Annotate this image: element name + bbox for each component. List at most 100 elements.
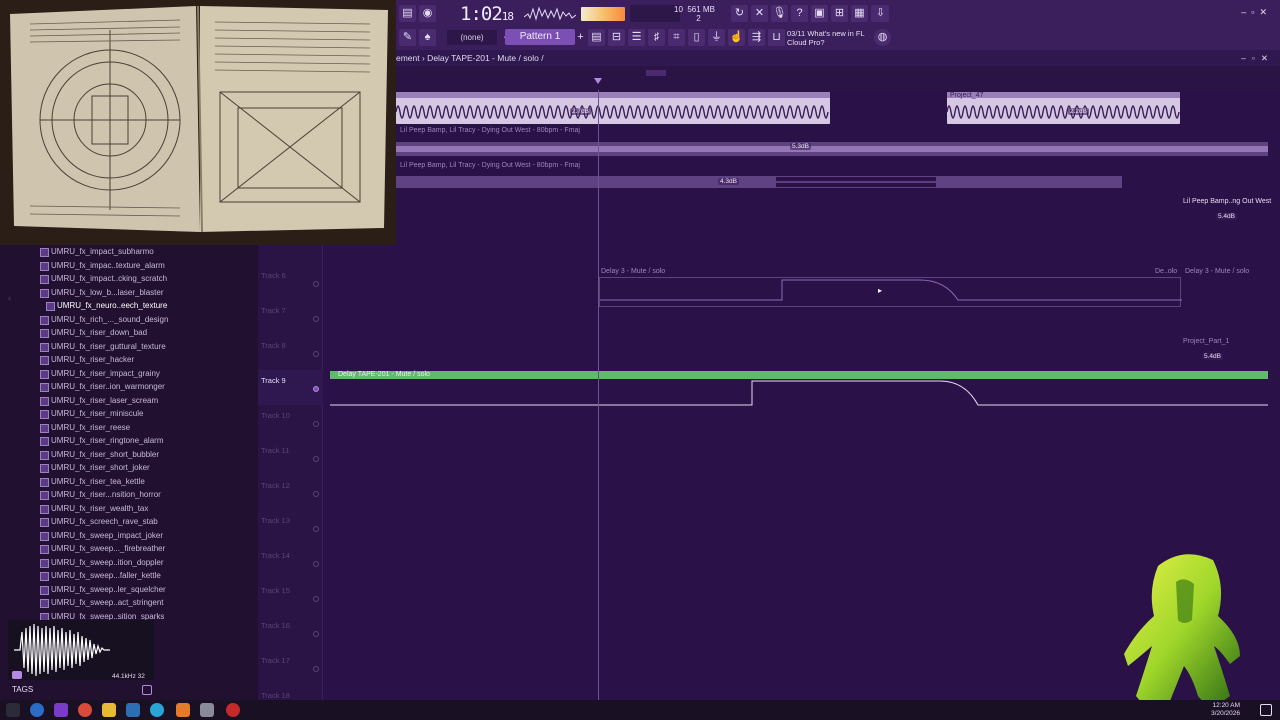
wait-for-input-icon[interactable]: ✕ xyxy=(751,5,768,22)
track-header[interactable]: Track 13 xyxy=(258,510,323,545)
track-header[interactable]: Track 16 xyxy=(258,615,323,650)
photoshop-icon[interactable] xyxy=(126,703,140,717)
track-mute-dot[interactable] xyxy=(313,386,319,392)
metronome-icon[interactable]: ↻ xyxy=(731,5,748,22)
notification-icon[interactable] xyxy=(1260,704,1272,716)
news-panel[interactable]: 03/11 What's new in FL Cloud Pro? xyxy=(787,29,877,47)
browser-item[interactable]: UMRU_fx_sweep_impact_joker xyxy=(38,529,163,543)
playlist-title-bar[interactable]: ement › Delay TAPE-201 - Mute / solo / –… xyxy=(396,50,1280,66)
add-pattern-icon[interactable]: + xyxy=(572,29,589,46)
track-mute-dot[interactable] xyxy=(313,351,319,357)
playlist-icon[interactable]: ▤ xyxy=(588,29,605,46)
track-mute-dot[interactable] xyxy=(313,596,319,602)
folder-icon[interactable] xyxy=(200,703,214,717)
track-mute-dot[interactable] xyxy=(313,666,319,672)
lil-peep-clip-2-waveform[interactable] xyxy=(396,171,1122,193)
system-clock[interactable]: 12:20 AM 3/20/2026 xyxy=(1211,702,1240,718)
browser-item[interactable]: UMRU_fx_riser_short_joker xyxy=(38,461,158,475)
browser-item[interactable]: UMRU_fx_riser_tea_kettle xyxy=(38,475,158,489)
browser-item[interactable]: UMRU_fx_screech_rave_stab xyxy=(38,515,158,529)
app-icon[interactable] xyxy=(54,703,68,717)
scroll-thumb[interactable] xyxy=(646,70,666,76)
browser-item[interactable]: UMRU_fx_sweep..._firebreather xyxy=(38,542,165,556)
playhead-marker[interactable] xyxy=(594,78,602,84)
recording-mode-icon[interactable]: ◉ xyxy=(419,5,436,22)
selected-automation-clip[interactable] xyxy=(330,371,1268,406)
browser-item[interactable]: UMRU_fx_impact..cking_scratch xyxy=(38,272,167,286)
track-header[interactable]: Track 8 xyxy=(258,335,323,370)
track-header[interactable]: Track 17 xyxy=(258,650,323,685)
collapse-arrow-icon[interactable]: ‹ xyxy=(8,293,11,303)
browser-item[interactable]: UMRU_fx_riser_down_bad xyxy=(38,326,158,340)
browser-item[interactable]: UMRU_fx_sweep..ition_doppler xyxy=(38,556,164,570)
browser-item[interactable]: UMRU_fx_riser_short_bubbler xyxy=(38,448,159,462)
song-time-display[interactable]: 1:0218 xyxy=(460,3,514,25)
telegram-icon[interactable] xyxy=(150,703,164,717)
tags-label[interactable]: TAGS xyxy=(12,685,33,694)
track-header[interactable]: Track 7 xyxy=(258,300,323,335)
hint-icon[interactable]: ▤ xyxy=(399,5,416,22)
window-controls[interactable]: –▫✕ xyxy=(1241,7,1272,18)
browser-item[interactable]: UMRU_fx_riser_guttural_texture xyxy=(38,340,166,354)
track-header[interactable]: Track 11 xyxy=(258,440,323,475)
edge-icon[interactable] xyxy=(30,703,44,717)
pencil-icon[interactable]: ✎ xyxy=(399,29,416,46)
track-header-active[interactable]: Track 9 xyxy=(258,370,323,405)
browser-item[interactable]: UMRU_fx_riser_miniscule xyxy=(38,407,158,421)
track-mute-dot[interactable] xyxy=(313,631,319,637)
browser-item[interactable]: UMRU_fx_low_b...laser_blaster xyxy=(38,286,164,300)
track-header[interactable]: Track 10 xyxy=(258,405,323,440)
tempo-icon[interactable]: ⇶ xyxy=(748,29,765,46)
browser-item[interactable]: UMRU_fx_riser_laser_scream xyxy=(38,394,158,408)
track-mute-dot[interactable] xyxy=(313,526,319,532)
browser-icon[interactable]: ⌗ xyxy=(668,29,685,46)
browser-item[interactable]: UMRU_fx_sweep..ler_squelcher xyxy=(38,583,166,597)
audio-clip-1[interactable] xyxy=(396,92,830,124)
track-mute-dot[interactable] xyxy=(313,281,319,287)
mixer-faders-icon[interactable]: ♯ xyxy=(648,29,665,46)
track-mute-dot[interactable] xyxy=(313,456,319,462)
browser-item[interactable]: UMRU_fx_riser..ion_warmonger xyxy=(38,380,165,394)
chrome-icon[interactable] xyxy=(78,703,92,717)
browser-item[interactable]: UMRU_fx_sweep..act_stringent xyxy=(38,596,164,610)
start-icon[interactable] xyxy=(6,703,20,717)
search-icon[interactable] xyxy=(142,685,152,695)
browser-item-selected[interactable]: UMRU_fx_neuro..eech_texture xyxy=(38,299,167,313)
playlist-window-controls[interactable]: –▫✕ xyxy=(1241,50,1274,66)
plugin-icon[interactable]: ⏚ xyxy=(708,29,725,46)
step-sequencer-icon[interactable]: ⊟ xyxy=(608,29,625,46)
pattern-selector[interactable]: Pattern 1 xyxy=(505,29,575,45)
track-mute-dot[interactable] xyxy=(313,561,319,567)
browser-item[interactable]: UMRU_fx_riser...nsition_horror xyxy=(38,488,161,502)
browser-item[interactable]: UMRU_fx_impact_subharmo xyxy=(38,245,158,259)
track-mute-dot[interactable] xyxy=(313,316,319,322)
track-header[interactable]: Track 14 xyxy=(258,545,323,580)
browser-item[interactable]: UMRU_fx_riser_ringtone_alarm xyxy=(38,434,163,448)
touch-icon[interactable]: ☝ xyxy=(728,29,745,46)
microphone-icon[interactable]: 🎙 xyxy=(771,5,788,22)
play-preview-icon[interactable] xyxy=(12,671,22,679)
track-mute-dot[interactable] xyxy=(313,421,319,427)
download-icon[interactable]: ⇩ xyxy=(872,5,889,22)
save-icon[interactable]: ▣ xyxy=(811,5,828,22)
timeline-ruler[interactable] xyxy=(396,66,1280,90)
sample-preview[interactable] xyxy=(8,620,154,680)
browser-item[interactable]: UMRU_fx_impac..texture_alarm xyxy=(38,259,165,273)
lil-peep-clip-1-waveform[interactable] xyxy=(396,136,1268,162)
track-header[interactable]: Track 12 xyxy=(258,475,323,510)
channel-rack-icon[interactable]: ☰ xyxy=(628,29,645,46)
browser-item[interactable]: UMRU_fx_riser_hacker xyxy=(38,353,158,367)
brush-icon[interactable]: ♠ xyxy=(419,29,436,46)
record-icon[interactable] xyxy=(226,703,240,717)
file-explorer-icon[interactable] xyxy=(102,703,116,717)
browser-item[interactable]: UMRU_fx_sweep...faller_kettle xyxy=(38,569,161,583)
cart-icon[interactable]: ⊔ xyxy=(768,29,785,46)
snap-selector[interactable]: (none) xyxy=(447,30,497,45)
fl-studio-icon[interactable] xyxy=(176,703,190,717)
delay-automation-clip[interactable] xyxy=(599,277,1182,307)
track-header[interactable]: Track 15 xyxy=(258,580,323,615)
help-icon[interactable]: ? xyxy=(791,5,808,22)
track-header[interactable]: Track 6 xyxy=(258,265,323,300)
browser-item[interactable]: UMRU_fx_riser_reese xyxy=(38,421,158,435)
browser-item[interactable]: UMRU_fx_rich_..._sound_design xyxy=(38,313,168,327)
